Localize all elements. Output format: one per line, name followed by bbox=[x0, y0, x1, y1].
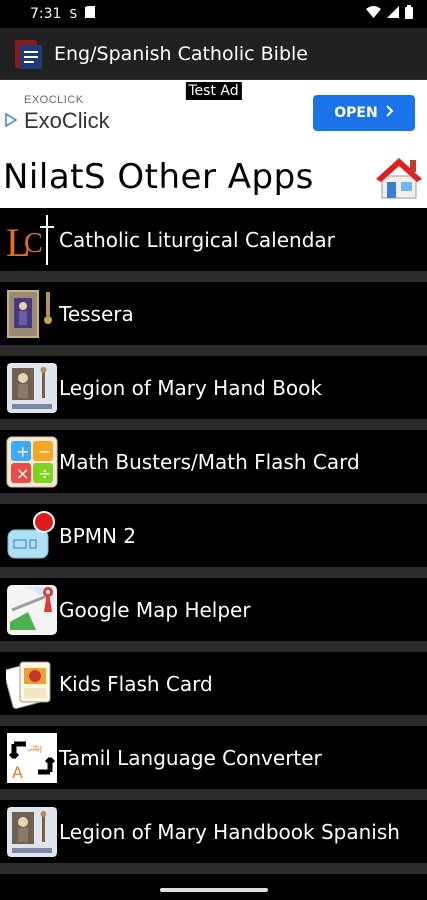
gesture-nav-handle[interactable] bbox=[159, 888, 268, 892]
svg-text:×: × bbox=[16, 464, 29, 483]
list-separator bbox=[0, 345, 427, 356]
list-separator bbox=[0, 271, 427, 282]
kids-cards-icon bbox=[6, 656, 58, 711]
tamil-converter-icon: அ A bbox=[6, 730, 58, 785]
list-separator bbox=[0, 863, 427, 874]
apps-header: NilatS Other Apps bbox=[0, 146, 427, 208]
list-item[interactable]: Kids Flash Card bbox=[0, 652, 427, 726]
list-separator bbox=[0, 641, 427, 652]
chevron-right-icon bbox=[386, 105, 394, 121]
ad-brand-small: EXOCLICK bbox=[24, 94, 84, 106]
app-label: Tamil Language Converter bbox=[59, 745, 322, 770]
bible-app-icon bbox=[12, 37, 46, 71]
status-time: 7:31 bbox=[30, 6, 62, 22]
list-item[interactable]: + − × ÷ Math Busters/Math Flash Card bbox=[0, 430, 427, 504]
app-title: Eng/Spanish Catholic Bible bbox=[54, 42, 308, 65]
app-label: BPMN 2 bbox=[59, 523, 137, 548]
status-bar: 7:31 𝖲 bbox=[0, 0, 427, 28]
list-item[interactable]: Legion of Mary Handbook Spanish bbox=[0, 800, 427, 874]
svg-text:+: + bbox=[16, 442, 29, 461]
list-separator bbox=[0, 567, 427, 578]
list-separator bbox=[0, 789, 427, 800]
list-separator bbox=[0, 715, 427, 726]
legion-icon bbox=[6, 360, 58, 415]
apps-list: L C Catholic Liturgical Calendar Tessera… bbox=[0, 208, 427, 874]
list-item[interactable]: L C Catholic Liturgical Calendar bbox=[0, 208, 427, 282]
lc-cross-icon: L C bbox=[6, 212, 58, 267]
app-label: Google Map Helper bbox=[59, 597, 251, 622]
list-item[interactable]: Legion of Mary Hand Book bbox=[0, 356, 427, 430]
signal-icon bbox=[387, 6, 399, 22]
ad-choices-icon[interactable] bbox=[5, 112, 18, 132]
svg-text:−: − bbox=[38, 442, 51, 461]
list-item[interactable]: BPMN 2 bbox=[0, 504, 427, 578]
svg-text:÷: ÷ bbox=[38, 464, 51, 483]
list-item[interactable]: Google Map Helper bbox=[0, 578, 427, 652]
tessera-icon bbox=[6, 286, 58, 341]
app-label: Kids Flash Card bbox=[59, 671, 213, 696]
bpmn-icon bbox=[6, 508, 58, 563]
app-label: Tessera bbox=[59, 301, 134, 326]
list-item[interactable]: அ A Tamil Language Converter bbox=[0, 726, 427, 800]
app-label: Legion of Mary Hand Book bbox=[59, 375, 322, 400]
test-ad-badge: Test Ad bbox=[185, 82, 242, 100]
apps-heading: NilatS Other Apps bbox=[3, 157, 314, 197]
list-separator bbox=[0, 419, 427, 430]
app-bar: Eng/Spanish Catholic Bible bbox=[0, 28, 427, 80]
math-icon: + − × ÷ bbox=[6, 434, 58, 489]
app-label: Catholic Liturgical Calendar bbox=[59, 227, 335, 252]
wifi-icon bbox=[366, 6, 381, 22]
ad-brand-name: ExoClick bbox=[24, 108, 110, 133]
app-label: Math Busters/Math Flash Card bbox=[59, 449, 360, 474]
svg-text:C: C bbox=[24, 228, 43, 259]
app-label: Legion of Mary Handbook Spanish bbox=[59, 819, 400, 844]
ad-open-button[interactable]: OPEN bbox=[313, 95, 415, 131]
svg-text:A: A bbox=[12, 763, 23, 782]
s-icon: 𝖲 bbox=[69, 7, 78, 21]
legion-icon bbox=[6, 804, 58, 859]
ad-banner[interactable]: Test Ad EXOCLICK ExoClick OPEN bbox=[0, 80, 427, 146]
list-separator bbox=[0, 493, 427, 504]
map-icon bbox=[6, 582, 58, 637]
home-icon[interactable] bbox=[374, 152, 424, 207]
battery-icon bbox=[405, 5, 413, 23]
ad-open-label: OPEN bbox=[334, 105, 378, 121]
sim-card-icon bbox=[85, 6, 96, 22]
list-item[interactable]: Tessera bbox=[0, 282, 427, 356]
svg-text:அ: அ bbox=[28, 741, 42, 756]
